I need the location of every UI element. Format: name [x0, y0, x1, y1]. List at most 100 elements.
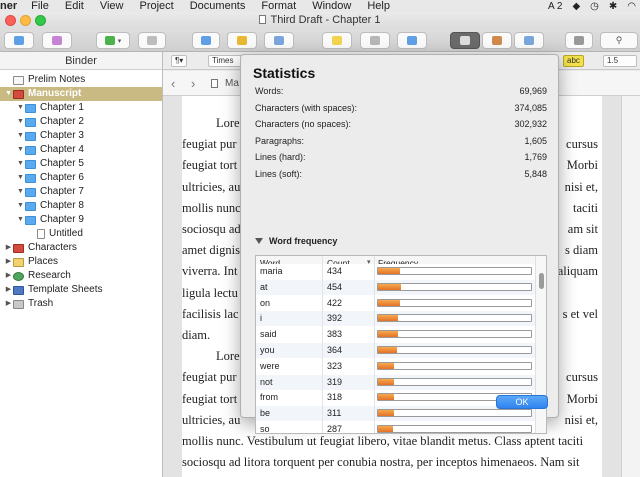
scrivenings-view-button[interactable] [450, 32, 480, 49]
menu-format[interactable]: Format [261, 0, 296, 12]
editor-line-text: amet dignis [182, 243, 240, 258]
binder-item[interactable]: ▼ Chapter 9 [0, 213, 162, 227]
bluetooth-icon[interactable]: ✱ [609, 1, 617, 12]
outliner-view-button[interactable] [514, 32, 544, 49]
binder-item[interactable]: ▼ Chapter 5 [0, 157, 162, 171]
disclosure-triangle-icon[interactable]: ▼ [16, 143, 25, 157]
editor-line-text: facilisis lac [182, 306, 239, 321]
menu-project[interactable]: Project [139, 0, 173, 12]
binder-item[interactable]: ▼ Chapter 2 [0, 115, 162, 129]
highlight-color-button[interactable]: abc [563, 55, 584, 67]
quick-reference-button[interactable] [264, 32, 294, 49]
table-row[interactable]: from 318 [256, 390, 536, 406]
binder-item-label: Template Sheets [28, 284, 103, 295]
binder-item[interactable]: ▶ Trash [0, 297, 162, 311]
move-to-trash-button[interactable] [138, 32, 166, 49]
compile-button[interactable] [397, 32, 427, 49]
line-spacing-select[interactable]: 1.5 [603, 55, 637, 67]
disclosure-triangle-icon [255, 238, 263, 244]
frequency-bar-fill [378, 394, 395, 401]
menu-view[interactable]: View [100, 0, 124, 12]
back-arrow-icon[interactable]: ‹ [171, 76, 175, 91]
table-row[interactable]: were 323 [256, 358, 536, 374]
disclosure-triangle-icon[interactable]: ▶ [4, 269, 13, 283]
forward-arrow-icon[interactable]: › [191, 76, 195, 91]
wifi-icon[interactable]: ◠ [627, 1, 636, 12]
menu-file[interactable]: File [31, 0, 49, 12]
comment-button[interactable] [322, 32, 352, 49]
disclosure-triangle-icon[interactable]: ▶ [4, 283, 13, 297]
table-row[interactable]: on 422 [256, 295, 536, 311]
chevron-down-icon: ▾ [117, 37, 122, 45]
editor-scrollbar[interactable] [621, 96, 640, 477]
table-row[interactable]: you 364 [256, 343, 536, 358]
scrollbar-thumb[interactable] [539, 273, 544, 289]
corkboard-view-button[interactable] [482, 32, 512, 49]
disclosure-triangle-icon[interactable]: ▶ [4, 241, 13, 255]
binder-item[interactable]: Prelim Notes [0, 73, 162, 87]
frequency-bar [377, 409, 532, 418]
binder-item[interactable]: ▼ Chapter 6 [0, 171, 162, 185]
disclosure-triangle-icon[interactable]: ▼ [16, 199, 25, 213]
disclosure-triangle-icon[interactable]: ▼ [16, 185, 25, 199]
app-menu[interactable]: ner [0, 0, 17, 12]
disclosure-triangle-icon[interactable]: ▼ [16, 101, 25, 115]
collections-button[interactable] [42, 32, 72, 49]
binder-item[interactable]: ▶ Research [0, 269, 162, 283]
disclosure-triangle-icon[interactable]: ▼ [16, 213, 25, 227]
binder-toggle-button[interactable] [4, 32, 34, 49]
table-row[interactable]: at 454 [256, 279, 536, 295]
sidebar-icon [14, 36, 24, 45]
research-icon [13, 271, 24, 281]
menu-window[interactable]: Window [312, 0, 351, 12]
table-row[interactable]: so 287 [256, 422, 536, 433]
disclosure-triangle-icon[interactable]: ▶ [4, 255, 13, 269]
font-family-select[interactable]: Times N [208, 55, 242, 67]
close-window-button[interactable] [5, 15, 16, 26]
disclosure-triangle-icon[interactable]: ▼ [16, 129, 25, 143]
snapshot-button[interactable] [360, 32, 390, 49]
editor-breadcrumb[interactable]: Ma [225, 78, 239, 89]
table-row[interactable]: not 319 [256, 374, 536, 390]
table-row[interactable]: maria 434 [256, 264, 536, 279]
disclosure-triangle-icon[interactable]: ▶ [4, 297, 13, 311]
menu-documents[interactable]: Documents [190, 0, 246, 12]
binder-item-label: Trash [28, 298, 54, 309]
binder-item[interactable]: ▶ Places [0, 255, 162, 269]
paragraph-styles-button[interactable]: ¶▾ [171, 55, 188, 67]
word-frequency-disclosure[interactable]: Word frequency [255, 236, 337, 246]
menu-help[interactable]: Help [367, 0, 390, 12]
binder-item[interactable]: ▼ Chapter 4 [0, 143, 162, 157]
binder-item[interactable]: ▶ Template Sheets [0, 283, 162, 297]
table-row[interactable]: i 392 [256, 311, 536, 327]
clock-icon[interactable]: ◷ [590, 1, 599, 12]
menu-edit[interactable]: Edit [65, 0, 84, 12]
dropbox-icon[interactable]: ◆ [572, 1, 580, 12]
disclosure-triangle-icon[interactable]: ▼ [16, 157, 25, 171]
table-row[interactable]: be 311 [256, 406, 536, 422]
binder-item[interactable]: ▼ Manuscript [0, 87, 162, 101]
keywords-button[interactable] [227, 32, 257, 49]
disclosure-triangle-icon[interactable]: ▼ [16, 115, 25, 129]
add-document-button[interactable]: ▾ [96, 32, 130, 49]
binder-item-label: Chapter 1 [40, 102, 84, 113]
binder-item[interactable]: Untitled [0, 227, 162, 241]
disclosure-triangle-icon[interactable]: ▼ [4, 87, 13, 101]
minimize-window-button[interactable] [20, 15, 31, 26]
compose-mode-button[interactable] [192, 32, 220, 49]
binder-item[interactable]: ▼ Chapter 3 [0, 129, 162, 143]
table-row[interactable]: said 383 [256, 327, 536, 343]
search-field[interactable]: ⚲ [600, 32, 638, 49]
maximize-window-button[interactable] [35, 15, 46, 26]
editor-line-tail: Morbi [566, 158, 598, 173]
disclosure-triangle-icon[interactable]: ▼ [16, 171, 25, 185]
binder-item[interactable]: ▼ Chapter 7 [0, 185, 162, 199]
binder-item[interactable]: ▼ Chapter 8 [0, 199, 162, 213]
binder-item[interactable]: ▶ Characters [0, 241, 162, 255]
ok-button[interactable]: OK [496, 395, 548, 409]
compose-icon [201, 36, 211, 45]
input-source-status[interactable]: A 2 [548, 1, 562, 12]
binder-item[interactable]: ▼ Chapter 1 [0, 101, 162, 115]
find-button[interactable] [565, 32, 593, 49]
word-cell: at [260, 281, 268, 292]
